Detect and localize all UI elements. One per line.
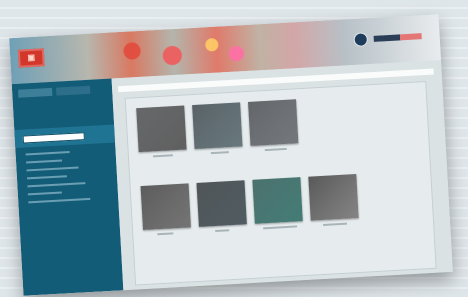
sidebar-menu-item[interactable] [27,191,62,196]
gallery-thumbnail[interactable] [196,180,247,227]
main-content [111,60,453,291]
sidebar-menu-item[interactable] [25,151,70,156]
gallery-thumbnail[interactable] [136,105,187,153]
gallery-thumbnail[interactable] [140,183,191,231]
gallery-thumbnail[interactable] [252,177,303,224]
brand-circle-icon [353,32,369,47]
site-logo: ▣ [17,48,45,68]
sidebar-tab[interactable] [18,87,53,98]
sidebar-menu-item[interactable] [26,159,63,164]
sidebar-menu-item[interactable] [26,175,67,180]
thumbnail-caption [210,151,229,155]
gallery-panel [124,80,437,286]
gallery-thumbnail[interactable] [192,102,243,150]
thumbnail-caption [152,154,173,158]
gallery-thumbnail[interactable] [248,99,299,146]
thumbnail-caption [322,222,348,226]
sidebar-menu-item[interactable] [27,182,86,188]
sidebar [11,78,124,296]
thumbnail-caption [215,229,230,232]
sidebar-menu-item[interactable] [26,166,79,172]
sidebar-tab-2[interactable] [55,85,91,96]
gallery-thumbnail[interactable] [308,174,359,221]
thumbnail-caption [157,232,174,236]
header-illustration [99,30,261,74]
thumbnail-caption [263,225,298,230]
thumbnail-caption [264,147,287,152]
screen: ▣ [9,14,453,296]
brand-wordmark [373,33,422,42]
brand-mark [353,29,422,47]
sidebar-menu-item[interactable] [28,197,91,204]
